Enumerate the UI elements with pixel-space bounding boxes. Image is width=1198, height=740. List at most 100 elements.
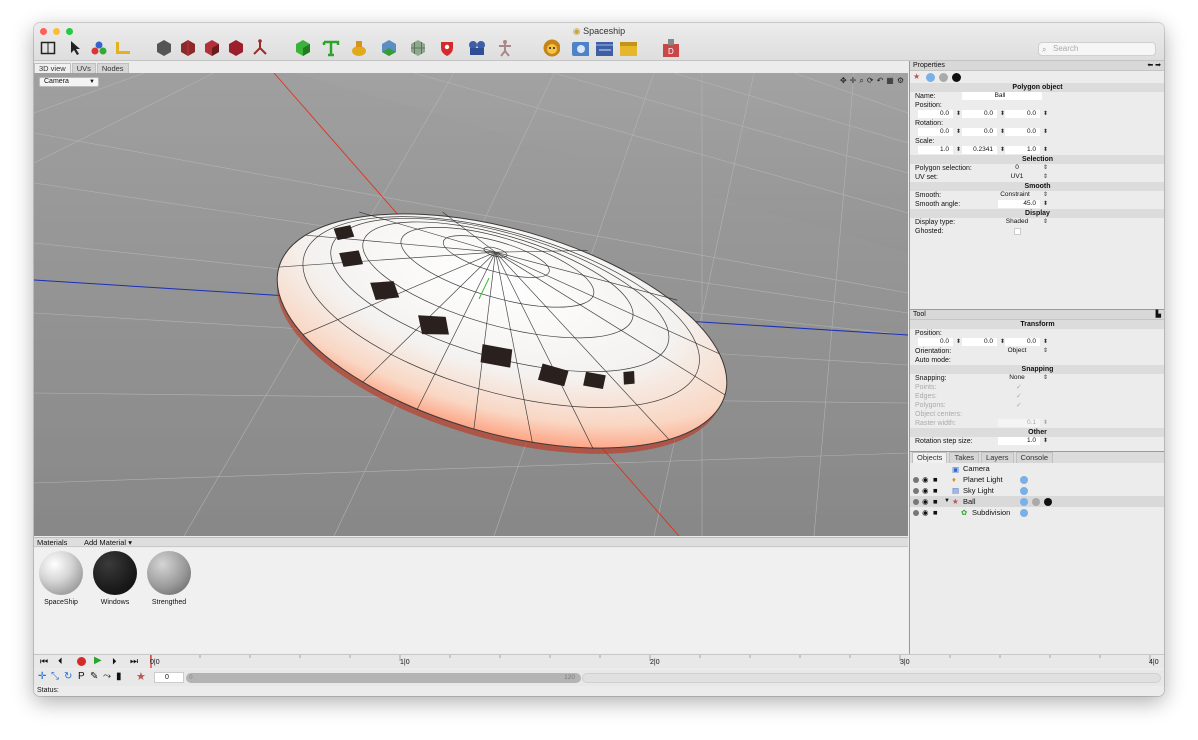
tab-objects[interactable]: Objects — [912, 452, 948, 463]
tab-layers[interactable]: Layers — [981, 452, 1014, 463]
rotate-icon[interactable]: ⟳ — [867, 76, 874, 86]
tool-position-x-field[interactable]: 0.0 — [918, 338, 953, 346]
subdivision-icon[interactable] — [409, 38, 427, 58]
material-tab-icon[interactable] — [952, 73, 961, 82]
rotate-key-icon[interactable]: ↻ — [64, 671, 72, 682]
object-row-camera[interactable]: ▣ Camera — [910, 463, 1164, 474]
deformer-icon[interactable] — [380, 38, 398, 58]
rotation-y-field[interactable]: 0.0 — [962, 128, 997, 136]
rotation-x-field[interactable]: 0.0 — [918, 128, 953, 136]
step-forward-icon[interactable]: ⏵ — [112, 656, 117, 667]
pan-icon[interactable]: ✛ — [850, 76, 857, 86]
tab-uvs[interactable]: UVs — [71, 63, 96, 73]
record-icon[interactable] — [77, 657, 86, 666]
tool-position-z-field[interactable]: 0.0 — [1005, 338, 1040, 346]
visibility-dot[interactable] — [913, 488, 919, 494]
eye-icon[interactable]: ◉ — [922, 496, 929, 507]
smooth-select[interactable]: Constraint — [992, 191, 1042, 199]
uv-set-select[interactable]: UV1 — [998, 173, 1040, 181]
3d-viewport[interactable]: Camera ▼ ✥ ✛ ⌕ ⟳ ↶ ▦ ⚙ — [34, 73, 908, 536]
material-tab-icon[interactable] — [939, 73, 948, 82]
keyframe-star-icon[interactable]: ★ — [136, 670, 146, 683]
tab-console[interactable]: Console — [1015, 452, 1054, 463]
star-icon[interactable]: ★ — [913, 72, 920, 81]
render-animation-icon[interactable] — [595, 38, 613, 58]
add-cube-icon[interactable] — [294, 38, 312, 58]
scale-x-field[interactable]: 1.0 — [918, 146, 953, 154]
smooth-angle-field[interactable]: 45.0 — [998, 200, 1040, 208]
stepper-icon[interactable]: ⬍ — [1043, 128, 1048, 136]
add-text-icon[interactable] — [322, 38, 340, 58]
render-camera-toggle-icon[interactable]: ■ — [933, 485, 938, 496]
object-row-planet-light[interactable]: ◉ ■ ♦ Planet Light — [910, 474, 1164, 485]
object-row-ball[interactable]: ◉ ■ ▼ ★ Ball — [910, 496, 1164, 507]
position-x-field[interactable]: 0.0 — [918, 110, 953, 118]
object-row-sky-light[interactable]: ◉ ■ ▤ Sky Light — [910, 485, 1164, 496]
scale-key-icon[interactable]: ⤡ — [51, 671, 59, 682]
stepper-icon[interactable]: ⬍ — [956, 110, 961, 118]
visibility-dot[interactable] — [913, 510, 919, 516]
render-camera-toggle-icon[interactable]: ■ — [933, 496, 938, 507]
object-row-subdivision[interactable]: ◉ ■ ✿ Subdivision — [910, 507, 1164, 518]
face-select-icon[interactable] — [203, 38, 221, 58]
camera-object-icon[interactable] — [467, 38, 485, 58]
material-spaceship[interactable]: SpaceShip — [35, 551, 87, 606]
add-light-icon[interactable] — [350, 38, 368, 58]
add-material-button[interactable]: Add Material ▾ — [84, 538, 132, 547]
skip-to-end-icon[interactable]: ⏭ — [130, 656, 138, 667]
search-input[interactable]: ⌕ Search — [1038, 42, 1156, 56]
scale-z-field[interactable]: 1.0 — [1005, 146, 1040, 154]
eye-icon[interactable]: ◉ — [922, 507, 929, 518]
select-arrow-icon[interactable] — [66, 38, 84, 58]
parameter-key-icon[interactable]: P — [78, 671, 85, 682]
object-select-icon[interactable] — [227, 38, 245, 58]
modifier-icon[interactable] — [1020, 476, 1028, 484]
figure-icon[interactable] — [496, 38, 514, 58]
position-y-field[interactable]: 0.0 — [962, 110, 997, 118]
position-z-field[interactable]: 0.0 — [1005, 110, 1040, 118]
stepper-icon[interactable]: ⬍ — [1043, 110, 1048, 118]
layout-grid-icon[interactable]: ▦ — [886, 76, 894, 86]
script-icon[interactable]: D — [661, 38, 679, 58]
settings-gear-icon[interactable]: ⚙ — [897, 76, 904, 86]
skip-to-start-icon[interactable]: ⏮ — [40, 656, 48, 667]
ghosted-checkbox[interactable] — [1014, 228, 1021, 235]
display-type-select[interactable]: Shaded — [998, 218, 1040, 226]
name-field[interactable]: Ball — [962, 92, 1042, 100]
stepper-icon[interactable]: ⬍ — [1043, 200, 1048, 208]
timeline-ruler[interactable]: 0|0 1|0 2|0 3|0 4|0 — [150, 655, 1160, 668]
view-layout-icon[interactable] — [39, 38, 57, 58]
shield-icon[interactable] — [438, 38, 456, 58]
material-windows[interactable]: Windows — [89, 551, 141, 606]
render-camera-toggle-icon[interactable]: ■ — [933, 474, 938, 485]
lion-render-icon[interactable] — [542, 38, 560, 58]
visibility-dot[interactable] — [913, 499, 919, 505]
edge-select-icon[interactable] — [179, 38, 197, 58]
visibility-dot[interactable] — [913, 477, 919, 483]
scale-y-field[interactable]: 0.2341 — [962, 146, 997, 154]
nav-arrows-icon[interactable]: ⬅ ➡ — [1147, 61, 1161, 71]
orientation-select[interactable]: Object — [998, 347, 1040, 355]
render-camera-icon[interactable] — [571, 38, 589, 58]
graph-key-icon[interactable]: ▮ — [116, 671, 122, 682]
move-tool-icon[interactable] — [90, 38, 108, 58]
move-key-icon[interactable]: ✛ — [38, 671, 46, 682]
tool-position-y-field[interactable]: 0.0 — [962, 338, 997, 346]
eye-icon[interactable]: ◉ — [922, 485, 929, 496]
step-back-icon[interactable]: ⏴ — [58, 656, 63, 667]
current-frame-field[interactable]: 0 — [154, 672, 184, 683]
tool-pin-icon[interactable]: ▙ — [1156, 310, 1161, 320]
snapping-select[interactable]: None — [998, 374, 1040, 382]
disclosure-triangle-icon[interactable]: ▼ — [944, 496, 950, 507]
pen-key-icon[interactable]: ✎ — [90, 671, 98, 682]
tab-nodes[interactable]: Nodes — [96, 63, 129, 73]
material-tag-icon[interactable] — [1032, 498, 1040, 506]
polygon-select-icon[interactable] — [155, 38, 173, 58]
camera-select[interactable]: Camera ▼ — [39, 77, 99, 87]
rotation-step-field[interactable]: 1.0 — [998, 437, 1040, 445]
stepper-icon[interactable]: ⬍ — [956, 128, 961, 136]
render-folder-icon[interactable] — [619, 38, 637, 58]
ruler-icon[interactable] — [114, 38, 132, 58]
reset-icon[interactable]: ↶ — [877, 76, 884, 86]
tab-takes[interactable]: Takes — [949, 452, 980, 463]
